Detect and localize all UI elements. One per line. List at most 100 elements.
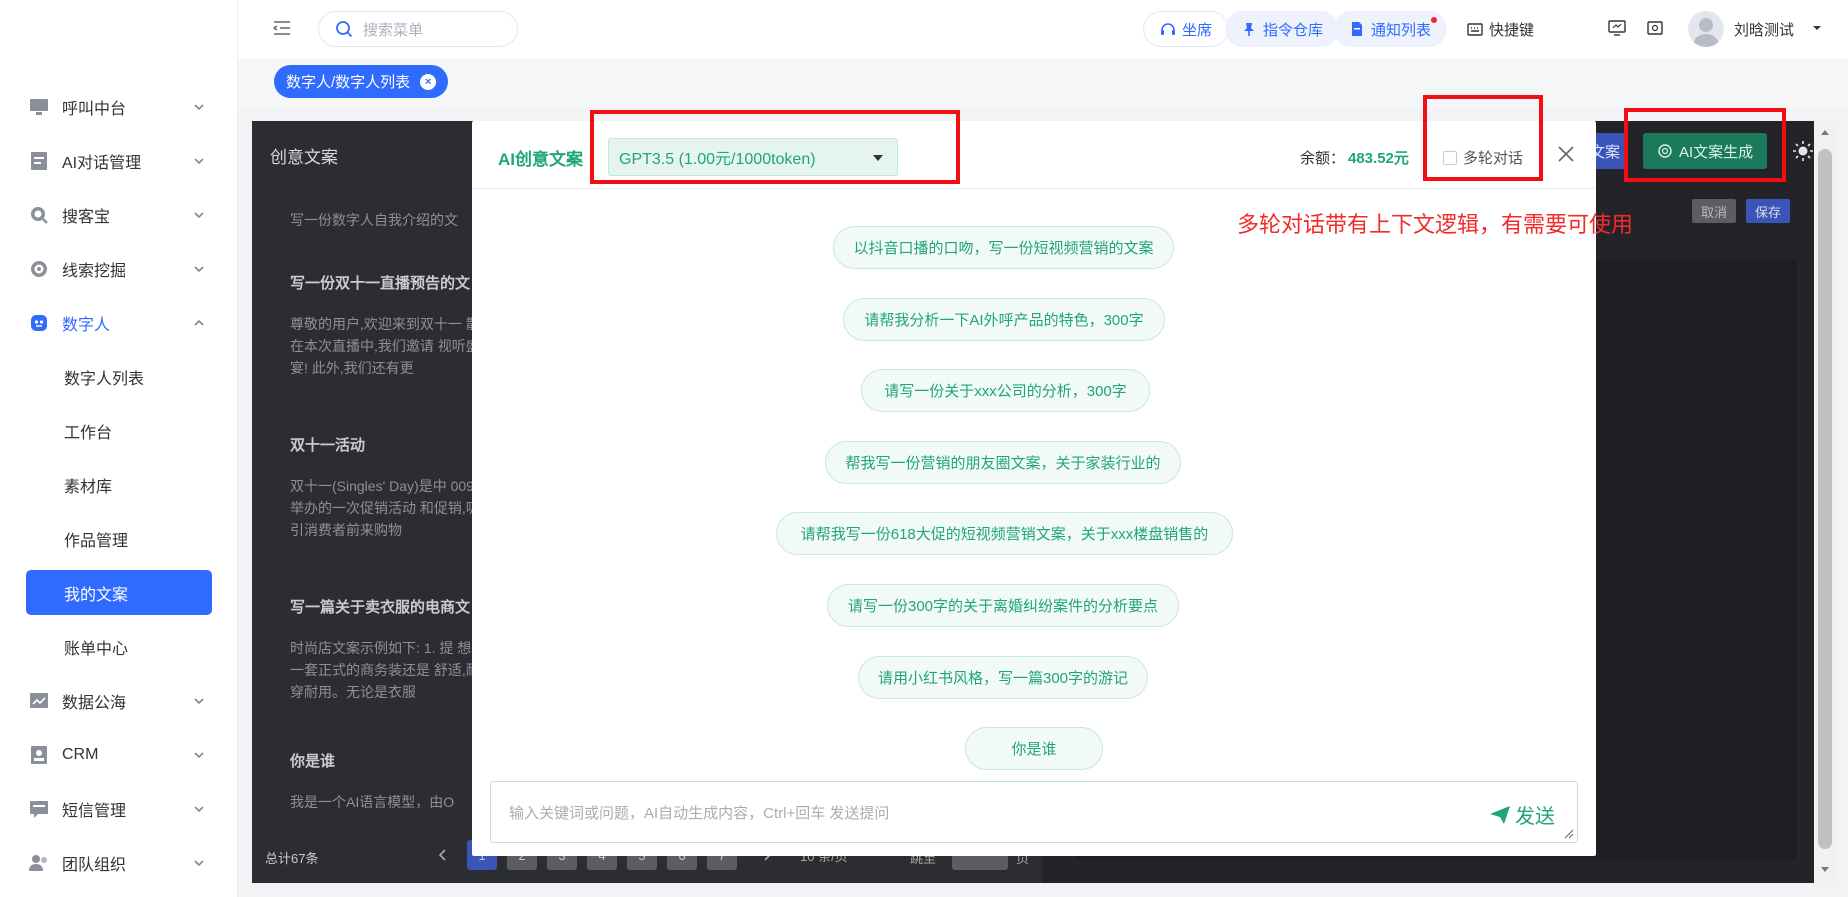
- list-item[interactable]: 写一份双十一直播预告的文 尊敬的用户,欢迎来到双十一 散! 在本次直播中,我们邀…: [290, 273, 490, 379]
- target-icon: [28, 258, 50, 280]
- sidebar-item-call-center[interactable]: 呼叫中台: [0, 80, 238, 134]
- tab-digital-human-list[interactable]: 数字人/数字人列表 ×: [274, 65, 449, 98]
- list-item-text: 双十一(Singles' Day)是中 009年举办的一次促销活动 和促销,吸引…: [290, 478, 488, 538]
- sidebar-item-label: 呼叫中台: [62, 101, 127, 118]
- chevron-left-icon[interactable]: [436, 848, 450, 862]
- notification-dot: [1431, 17, 1438, 23]
- seat-button[interactable]: 坐席: [1143, 11, 1230, 47]
- scrollbar[interactable]: [1815, 121, 1835, 883]
- sidebar-item-data-pool[interactable]: 数据公海: [0, 674, 238, 728]
- sidebar-item-lead-mining[interactable]: 线索挖掘: [0, 242, 238, 296]
- dialog-title: AI创意文案: [498, 150, 583, 169]
- list-item-heading: 写一份双十一直播预告的文: [290, 275, 471, 292]
- sidebar-item-sms[interactable]: 短信管理: [0, 782, 238, 836]
- send-button[interactable]: 发送: [1489, 800, 1555, 829]
- annotation-box-ai-generate: [1624, 108, 1786, 182]
- chevron-down-icon: [194, 752, 204, 759]
- caret-down-icon[interactable]: [1812, 24, 1822, 32]
- list-item-text: 我是一个AI语言模型，由O: [290, 794, 455, 810]
- avatar[interactable]: [1688, 11, 1724, 47]
- list-item[interactable]: 你是谁 我是一个AI语言模型，由O: [290, 751, 490, 813]
- sidebar-item-ai-dialog[interactable]: AI对话管理: [0, 134, 238, 188]
- robot-icon: [28, 312, 50, 334]
- notice-list-label: 通知列表: [1371, 21, 1432, 39]
- suggestion-chip[interactable]: 你是谁: [965, 727, 1103, 770]
- chevron-down-icon: [194, 158, 204, 165]
- suggestion-chip[interactable]: 以抖音口播的口吻，写一份短视频营销的文案: [833, 226, 1174, 269]
- search-circle-icon: [28, 204, 50, 226]
- sidebar-item-crm[interactable]: CRM: [0, 728, 238, 782]
- close-icon[interactable]: [1555, 143, 1577, 165]
- send-icon: [1490, 805, 1510, 824]
- sidebar-subitem-billing-center[interactable]: 账单中心: [0, 620, 238, 674]
- suggestion-chip[interactable]: 请帮我分析一下AI外呼产品的特色，300字: [843, 298, 1165, 341]
- fullscreen-icon[interactable]: [1646, 20, 1664, 36]
- search-icon: [336, 21, 353, 38]
- list-item-text: 尊敬的用户,欢迎来到双十一 散! 在本次直播中,我们邀请 视听盛宴! 此外,我们…: [290, 316, 484, 376]
- pagination-total: 总计67条: [265, 851, 319, 866]
- list-item[interactable]: 写一篇关于卖衣服的电商文 时尚店文案示例如下: 1. 提 想要一套正式的商务装还…: [290, 597, 490, 703]
- close-icon[interactable]: ×: [420, 73, 437, 90]
- sidebar-item-label: 短信管理: [62, 803, 127, 820]
- sun-icon[interactable]: [1792, 140, 1814, 162]
- suggestion-chip[interactable]: 帮我写一份营销的朋友圈文案，关于家装行业的: [825, 441, 1181, 484]
- search-input[interactable]: 搜索菜单: [318, 11, 518, 47]
- sidebar-item-soukebao[interactable]: 搜客宝: [0, 188, 238, 242]
- chevron-down-icon: [194, 104, 204, 111]
- save-button[interactable]: 保存: [1746, 199, 1791, 223]
- prompt-input[interactable]: [491, 782, 1577, 842]
- prompt-input-area[interactable]: 发送: [490, 781, 1578, 843]
- topbar: 搜索菜单 坐席 指令仓库 通知列表 快捷键 刘晗测试: [238, 0, 1848, 58]
- scrollbar-thumb[interactable]: [1818, 149, 1832, 849]
- panel-title: 创意文案: [270, 148, 338, 167]
- list-item-heading: 双十一活动: [290, 437, 366, 454]
- team-icon: [28, 852, 50, 874]
- sidebar-item-label: 数据公海: [62, 695, 127, 712]
- sidebar-subitem-works-management[interactable]: 作品管理: [0, 512, 238, 566]
- command-repo-button[interactable]: 指令仓库: [1225, 11, 1340, 47]
- resize-grip-icon[interactable]: [1564, 829, 1574, 839]
- sidebar-item-label: 搜客宝: [62, 209, 111, 226]
- list-item-heading: 你是谁: [290, 753, 336, 770]
- command-repo-label: 指令仓库: [1263, 21, 1324, 39]
- chevron-down-icon: [194, 266, 204, 273]
- list-item[interactable]: 双十一活动 双十一(Singles' Day)是中 009年举办的一次促销活动 …: [290, 435, 490, 541]
- username[interactable]: 刘晗测试: [1734, 19, 1794, 40]
- document-icon: [28, 150, 50, 172]
- annotation-text: 多轮对话带有上下文逻辑，有需要可使用: [1237, 212, 1634, 237]
- suggestion-chip[interactable]: 请写一份300字的关于离婚纠纷案件的分析要点: [827, 584, 1179, 627]
- sidebar-item-digital-human[interactable]: 数字人: [0, 296, 238, 350]
- suggestion-chip[interactable]: 请写一份关于xxx公司的分析，300字: [861, 369, 1150, 412]
- scroll-up-icon[interactable]: [1820, 128, 1830, 136]
- contact-card-icon: [28, 744, 50, 766]
- seat-label: 坐席: [1182, 21, 1213, 39]
- notice-list-button[interactable]: 通知列表: [1333, 11, 1448, 47]
- scroll-down-icon[interactable]: [1820, 866, 1830, 874]
- chart-icon: [28, 690, 50, 712]
- sidebar-item-label: 线索挖掘: [62, 263, 127, 280]
- annotation-box-multi-turn: [1423, 95, 1543, 181]
- balance-value: 483.52元: [1348, 150, 1409, 167]
- sidebar-item-team[interactable]: 团队组织: [0, 836, 238, 890]
- suggestion-chip[interactable]: 请用小红书风格，写一篇300字的游记: [858, 656, 1148, 699]
- chevron-down-icon: [194, 860, 204, 867]
- cancel-button[interactable]: 取消: [1692, 199, 1737, 223]
- annotation-box-model: [590, 110, 960, 184]
- sidebar: 呼叫中台 AI对话管理 搜客宝 线索挖掘 数字人 数字人列表 工作台 素材库 作…: [0, 0, 238, 897]
- sidebar-subitem-digital-human-list[interactable]: 数字人列表: [0, 350, 238, 404]
- suggestion-chip[interactable]: 请帮我写一份618大促的短视频营销文案，关于xxx楼盘销售的: [776, 512, 1233, 555]
- sidebar-item-label: CRM: [62, 746, 99, 763]
- sidebar-subitem-workbench[interactable]: 工作台: [0, 404, 238, 458]
- search-placeholder: 搜索菜单: [363, 21, 424, 39]
- file-icon: [1352, 22, 1362, 36]
- screen-monitor-icon[interactable]: [1608, 20, 1626, 36]
- shortcut-button[interactable]: 快捷键: [1467, 19, 1534, 40]
- list-item[interactable]: 写一份数字人自我介绍的文: [290, 209, 490, 231]
- send-label: 发送: [1515, 806, 1555, 828]
- menu-collapse-icon[interactable]: [272, 18, 292, 38]
- chevron-down-icon: [194, 806, 204, 813]
- sidebar-menu: 呼叫中台 AI对话管理 搜客宝 线索挖掘 数字人 数字人列表 工作台 素材库 作…: [0, 80, 238, 890]
- sidebar-subitem-material-library[interactable]: 素材库: [0, 458, 238, 512]
- pin-icon: [1244, 23, 1254, 36]
- sidebar-subitem-my-copy[interactable]: 我的文案: [26, 570, 212, 615]
